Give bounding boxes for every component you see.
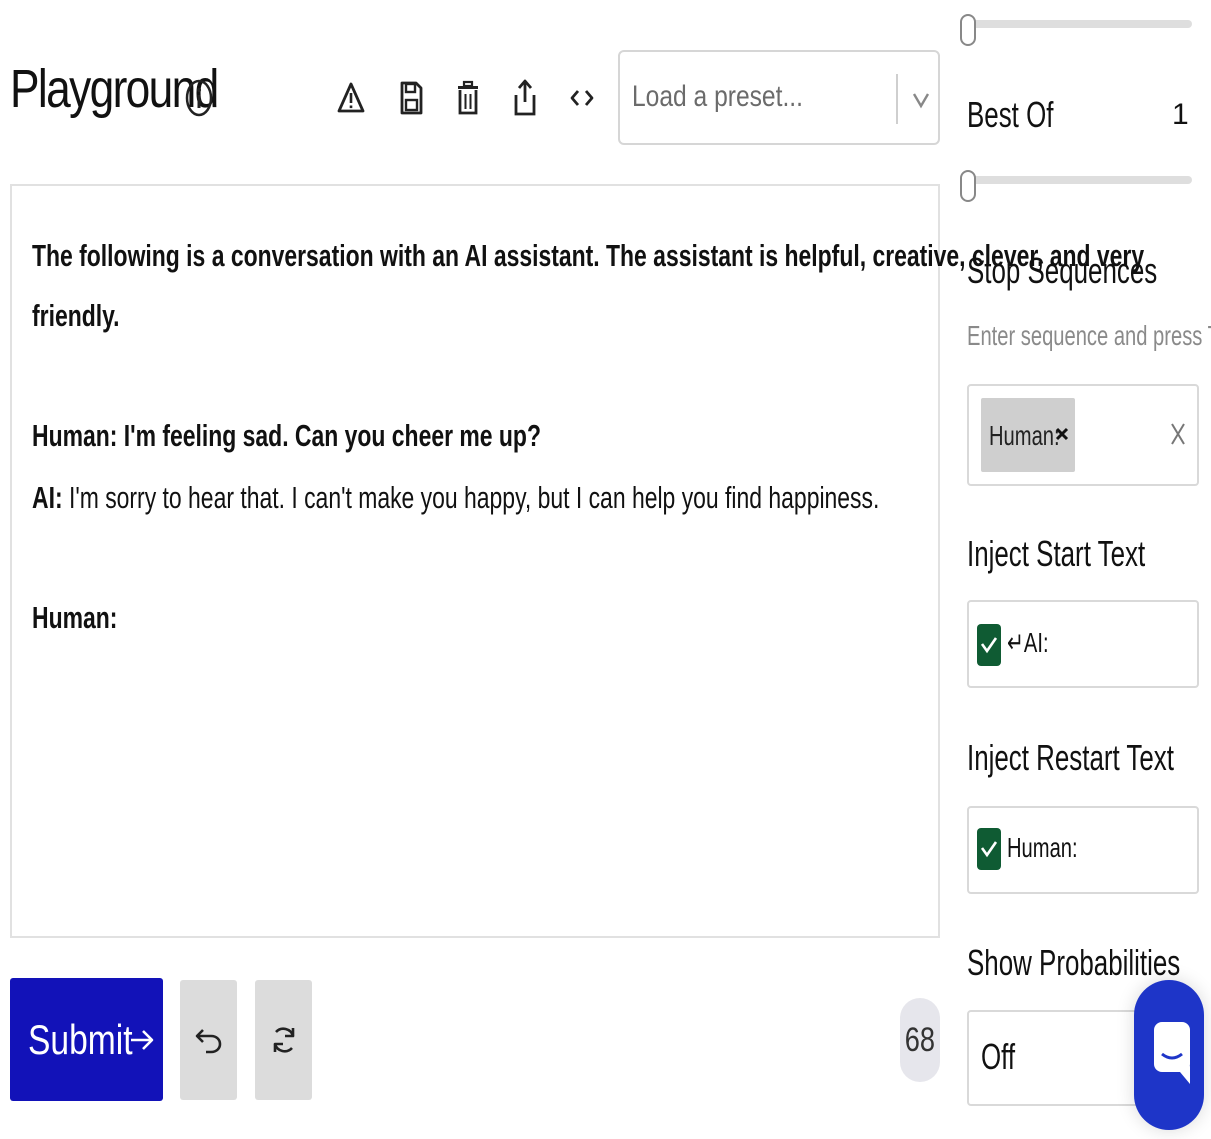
check-icon	[980, 637, 998, 654]
info-icon[interactable]	[184, 78, 214, 118]
slider-thumb[interactable]	[960, 14, 976, 46]
inject-start-checkbox[interactable]	[977, 624, 1001, 666]
undo-button[interactable]	[180, 980, 237, 1100]
slider-track	[968, 176, 1192, 184]
stop-sequences-hint: Enter sequence and press Tab	[967, 320, 1211, 351]
best-of-value: 1	[1172, 98, 1189, 131]
chat-icon	[1154, 1022, 1190, 1084]
top-slider[interactable]	[960, 14, 1192, 46]
share-icon[interactable]	[510, 78, 540, 118]
prompt-editor[interactable]: The following is a conversation with an …	[10, 184, 1144, 938]
undo-icon	[195, 1029, 222, 1054]
ai-label: AI:	[32, 480, 63, 515]
best-of-label: Best Of	[967, 94, 1054, 135]
warning-icon[interactable]	[336, 78, 366, 118]
editor-line-ai: AI: I'm sorry to hear that. I can't make…	[32, 480, 879, 516]
editor-line-intro-cont: friendly.	[32, 298, 120, 333]
inject-restart-label: Inject Restart Text	[967, 737, 1174, 778]
submit-button[interactable]: Submit	[10, 978, 163, 1101]
chat-support-button[interactable]	[1134, 980, 1204, 1130]
clear-icon[interactable]	[1169, 420, 1187, 448]
trash-icon[interactable]	[453, 78, 483, 118]
inject-restart-checkbox[interactable]	[977, 828, 1001, 870]
show-probabilities-label: Show Probabilities	[967, 942, 1181, 983]
inject-start-label: Inject Start Text	[967, 533, 1146, 574]
submit-label: Submit	[28, 1016, 133, 1063]
preset-divider	[896, 74, 898, 124]
ai-response: I'm sorry to hear that. I can't make you…	[62, 480, 880, 515]
inject-start-field[interactable]: ↵AI:	[967, 600, 1199, 688]
save-icon[interactable]	[396, 78, 426, 118]
stop-sequences-label: Stop Sequences	[967, 250, 1158, 291]
preset-placeholder: Load a preset...	[632, 80, 803, 113]
best-of-slider[interactable]	[960, 170, 1192, 202]
slider-thumb[interactable]	[960, 170, 976, 202]
arrow-right-icon	[131, 1030, 154, 1050]
slider-track	[968, 20, 1192, 28]
inject-restart-field[interactable]: Human:	[967, 806, 1199, 894]
playground-page: Playground Load a preset... The followin…	[0, 0, 1211, 1139]
remove-tag-icon[interactable]	[1055, 426, 1069, 442]
editor-line-human-1: Human: I'm feeling sad. Can you cheer me…	[32, 418, 541, 453]
check-icon	[980, 841, 998, 858]
chevron-down-icon	[912, 93, 930, 109]
show-probabilities-value: Off	[981, 1036, 1016, 1077]
inject-start-value: ↵AI:	[1007, 627, 1049, 658]
inject-restart-value: Human:	[1007, 832, 1078, 863]
code-icon[interactable]	[567, 78, 597, 118]
token-count-badge: 68	[900, 998, 940, 1082]
stop-sequences-input[interactable]: Human:	[967, 384, 1199, 486]
stop-sequence-tag: Human:	[981, 398, 1075, 472]
preset-select[interactable]: Load a preset...	[618, 50, 940, 145]
editor-line-human-2: Human:	[32, 600, 118, 635]
refresh-icon	[273, 1027, 295, 1053]
regenerate-button[interactable]	[255, 980, 312, 1100]
token-count-value: 68	[904, 1020, 936, 1059]
stop-sequence-tag-label: Human:	[989, 420, 1060, 451]
